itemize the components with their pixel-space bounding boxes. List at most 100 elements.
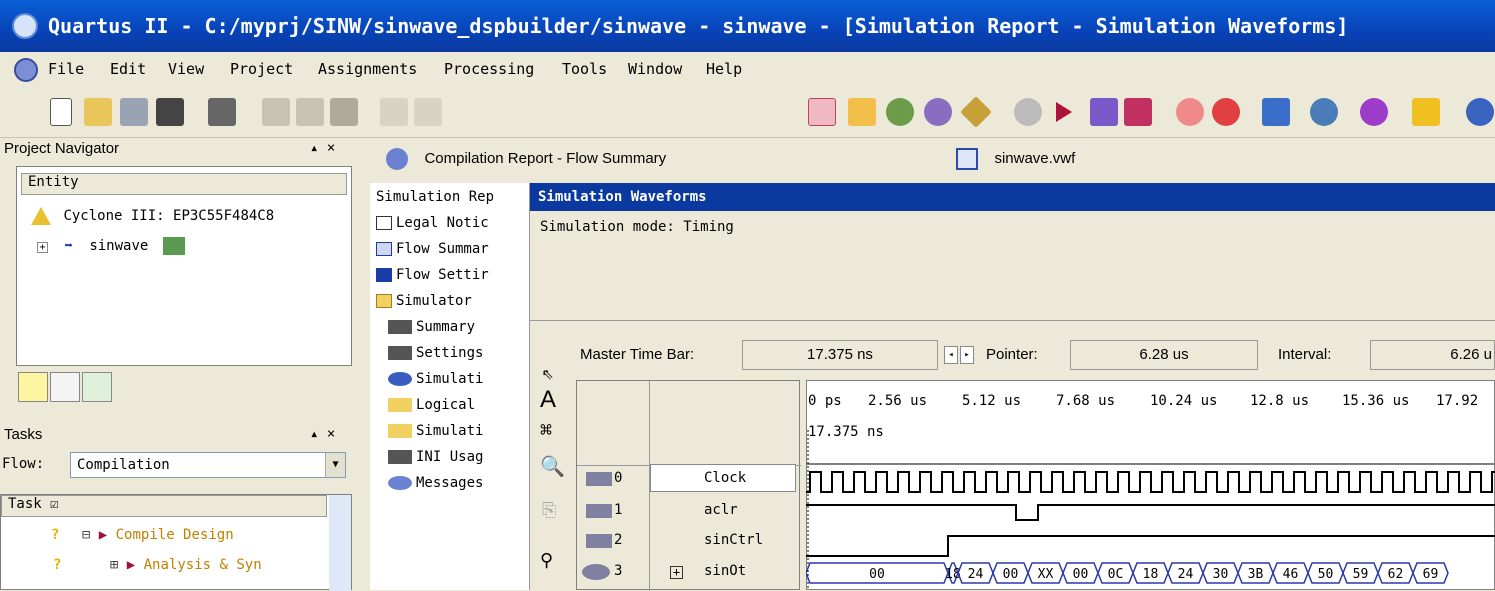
start-simulation-icon[interactable]	[1124, 98, 1152, 126]
tab-sinwave-vwf[interactable]: sinwave.vwf	[956, 148, 1075, 170]
time-bar-left-arrow-icon[interactable]: ◂	[944, 346, 958, 364]
timing-icon[interactable]	[1014, 98, 1042, 126]
tree-simulator[interactable]: Simulator	[376, 293, 472, 309]
printer-table-icon	[388, 346, 412, 360]
tree-ini-usage[interactable]: INI Usag	[388, 449, 483, 465]
tree-summary[interactable]: Summary	[388, 319, 475, 335]
start-compilation-icon[interactable]	[1056, 102, 1072, 122]
timing-analyzer-icon[interactable]	[1176, 98, 1204, 126]
chevron-down-icon[interactable]: ▼	[325, 453, 345, 477]
chip-planner-icon[interactable]	[1310, 98, 1338, 126]
entity-item[interactable]: + ➡ sinwave	[37, 237, 185, 255]
bus-value-label: 24	[1178, 567, 1194, 582]
tree-legal-notice[interactable]: Legal Notic	[376, 215, 489, 231]
menu-view[interactable]: View	[168, 60, 204, 78]
sim-header: Simulation Waveforms	[530, 183, 1495, 211]
analysis-icon[interactable]	[886, 98, 914, 126]
text-tool-icon[interactable]: A	[540, 386, 556, 414]
copy-icon[interactable]	[296, 98, 324, 126]
tree-label: Simulati	[416, 423, 484, 439]
waveform-traces: 00 18 24 00 XX 00 0C 18 24 30 3B 46 50 59 62 69	[806, 430, 1495, 590]
pencil-icon[interactable]	[848, 98, 876, 126]
info-icon	[388, 476, 412, 490]
undo-icon[interactable]	[380, 98, 408, 126]
signal-name: aclr	[704, 502, 738, 518]
menu-processing[interactable]: Processing	[444, 60, 534, 78]
rtl-viewer-icon[interactable]	[1262, 98, 1290, 126]
pointer-tool-icon[interactable]: ⇖	[542, 360, 554, 384]
stop-processing-icon[interactable]	[808, 98, 836, 126]
clock-waveform	[806, 471, 1495, 493]
navigator-title: Project Navigator	[4, 140, 120, 157]
tree-simulation-waveforms[interactable]: Simulati	[388, 371, 483, 387]
copy-disabled-icon[interactable]: ⎘	[542, 500, 556, 521]
printer-table-icon	[388, 320, 412, 334]
task-analysis-synthesis[interactable]: ? ⊞ ▶ Analysis & Syn	[53, 557, 262, 573]
open-folder-icon[interactable]	[84, 98, 112, 126]
zoom-icon[interactable]: 🔍	[540, 454, 565, 478]
menu-project[interactable]: Project	[230, 60, 293, 78]
print-icon[interactable]	[208, 98, 236, 126]
tree-label: Legal Notic	[396, 215, 489, 231]
signal-name: sinCtrl	[704, 532, 764, 548]
tree-settings[interactable]: Settings	[388, 345, 483, 361]
time-bar-right-arrow-icon[interactable]: ▸	[960, 346, 974, 364]
tree-messages[interactable]: Messages	[388, 475, 483, 491]
paste-icon[interactable]	[330, 98, 358, 126]
tab-compilation-report[interactable]: Compilation Report - Flow Summary	[386, 148, 666, 170]
sim-mode-area: Simulation mode: Timing	[530, 211, 1495, 321]
expand-icon[interactable]: +	[37, 242, 48, 253]
menu-assignments[interactable]: Assignments	[318, 60, 417, 78]
run-icon: ▶	[98, 527, 108, 543]
find-icon[interactable]: ⚲	[540, 550, 553, 571]
task-compile-design[interactable]: ? ⊟ ▶ Compile Design	[51, 527, 234, 543]
tree-logical[interactable]: Logical	[388, 397, 475, 413]
navigator-tab-hierarchy[interactable]	[18, 372, 48, 402]
analysis-synthesis-icon[interactable]	[1090, 98, 1118, 126]
assignment-editor-icon[interactable]	[1360, 98, 1388, 126]
tree-flow-summary[interactable]: Flow Summar	[376, 241, 489, 257]
menu-file[interactable]: File	[48, 60, 84, 78]
save-icon[interactable]	[120, 98, 148, 126]
menu-tools[interactable]: Tools	[562, 60, 607, 78]
tasks-scrollbar[interactable]	[329, 495, 351, 591]
bus-value-label: 50	[1318, 567, 1334, 582]
menu-window[interactable]: Window	[628, 60, 682, 78]
new-file-icon[interactable]	[50, 98, 72, 126]
bus-value-label: 0C	[1108, 567, 1124, 582]
flow-select[interactable]: Compilation ▼	[70, 452, 346, 478]
navigator-tab-files[interactable]	[50, 372, 80, 402]
tree-simulation-coverage[interactable]: Simulati	[388, 423, 483, 439]
fitter-icon[interactable]	[960, 96, 992, 128]
menu-edit[interactable]: Edit	[110, 60, 146, 78]
flow-label: Flow:	[2, 456, 45, 472]
tree-flow-settings[interactable]: Flow Settir	[376, 267, 489, 283]
expand-icon[interactable]: ⊞	[110, 557, 118, 573]
expand-icon[interactable]: +	[670, 566, 683, 579]
table-icon	[376, 242, 392, 256]
tasks-pin-close[interactable]: ▴ ×	[310, 426, 335, 442]
bus-value-label: 00	[1073, 567, 1089, 582]
help-icon[interactable]	[1466, 98, 1494, 126]
master-time-value: 17.375 ns	[807, 346, 873, 363]
tree-label: Simulation Rep	[376, 189, 495, 205]
master-time-field[interactable]: 17.375 ns	[742, 340, 938, 370]
stopwatch-icon[interactable]	[1212, 98, 1240, 126]
window-title: Quartus II - C:/myprj/SINW/sinwave_dspbu…	[48, 14, 1349, 38]
navigator-tab-design-units[interactable]	[82, 372, 112, 402]
collapse-icon[interactable]: ⊟	[82, 527, 90, 543]
app-menu-icon[interactable]	[14, 58, 38, 82]
redo-icon[interactable]	[414, 98, 442, 126]
synthesis-icon[interactable]	[924, 98, 952, 126]
signal-index: 1	[614, 502, 623, 518]
tree-simulation-report[interactable]: Simulation Rep	[376, 189, 494, 205]
navigator-pin-close[interactable]: ▴ ×	[310, 140, 335, 156]
output-pin-icon	[582, 564, 610, 580]
device-item[interactable]: Cyclone III: EP3C55F484C8	[31, 207, 274, 225]
cut-icon[interactable]	[262, 98, 290, 126]
save-all-icon[interactable]	[156, 98, 184, 126]
programmer-icon[interactable]	[1412, 98, 1440, 126]
menu-help[interactable]: Help	[706, 60, 742, 78]
bus-value-label: XX	[1038, 567, 1054, 582]
waveform-edit-icon[interactable]: ⌘	[540, 418, 552, 442]
